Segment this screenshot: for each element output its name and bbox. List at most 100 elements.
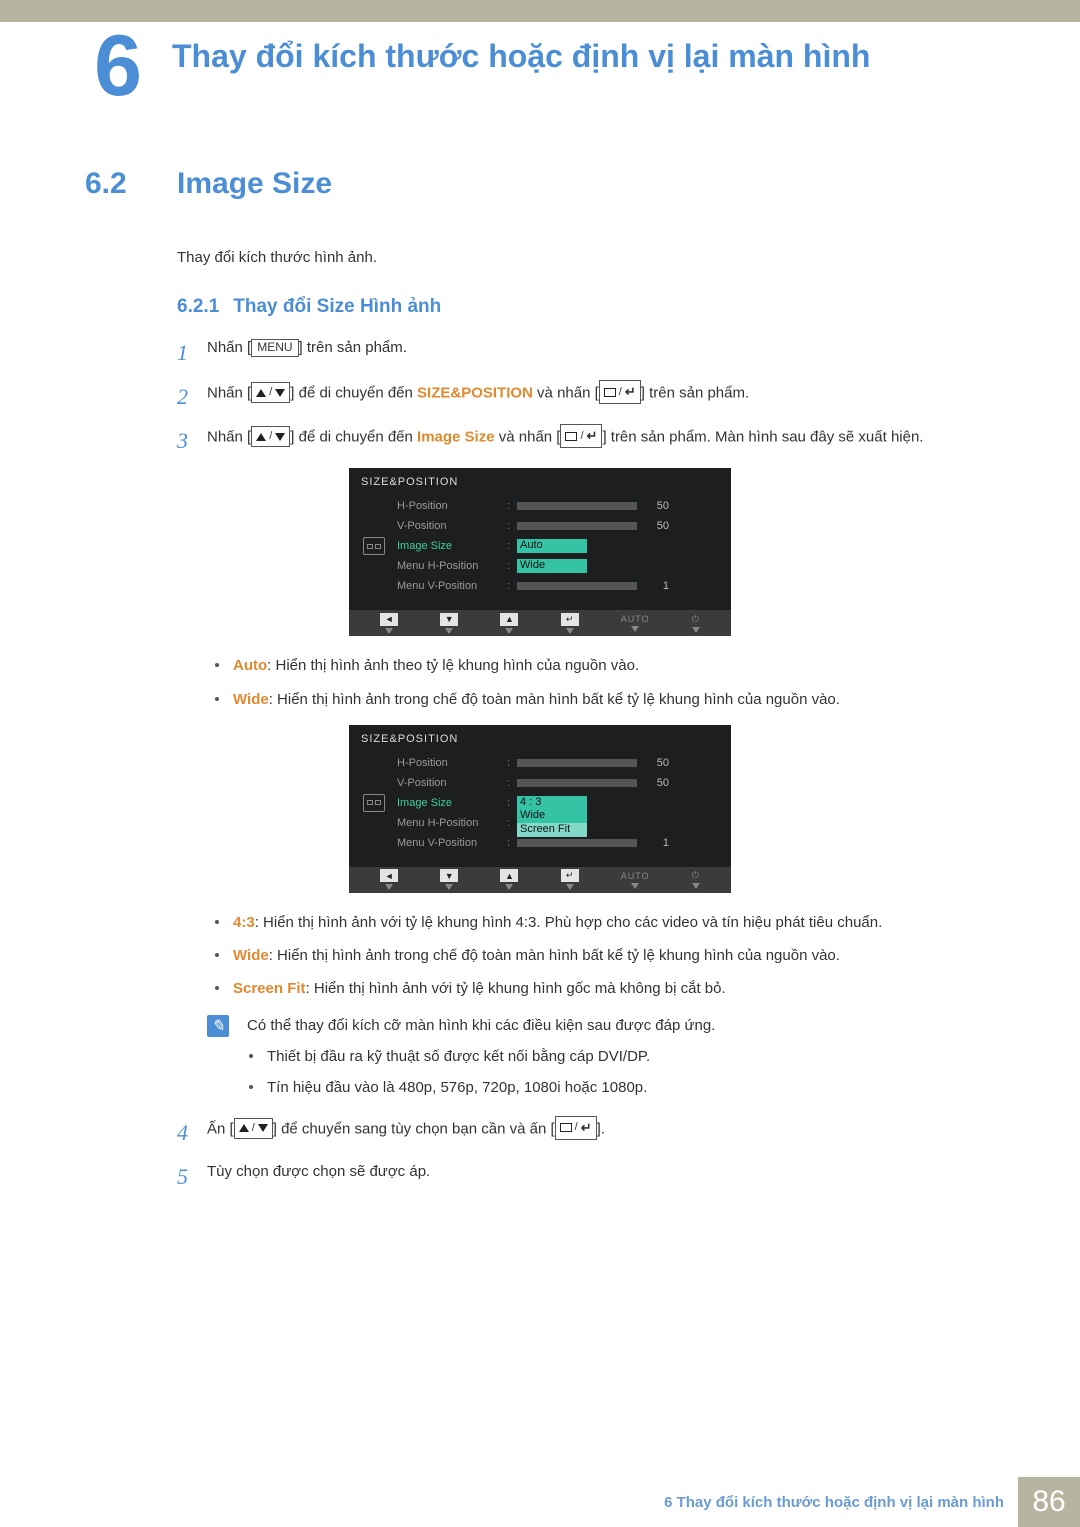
t: Nhấn [ <box>207 429 251 446</box>
osd-row-vposition: V-Position: 50 <box>397 773 719 793</box>
osd-nav-power-icon: ⏻ <box>692 614 700 633</box>
step-num: 1 <box>177 336 207 370</box>
menu-key-icon: MENU <box>251 339 298 357</box>
page-footer: 6 Thay đổi kích thước hoặc định vị lại m… <box>0 1477 1080 1527</box>
osd-panel: SIZE&POSITION H-Position: 50 V-Position:… <box>349 468 731 636</box>
section-number: 6.2 <box>85 167 177 201</box>
step-1: 1 Nhấn [MENU] trên sản phẩm. <box>177 336 995 370</box>
osd-option: Wide <box>517 559 587 573</box>
osd-row-imagesize: Image Size: Auto <box>397 536 719 556</box>
osd-label: Image Size <box>397 797 507 809</box>
osd-footer: ◄ ▼ ▲ ↵ AUTO ⏻ <box>349 610 731 636</box>
t: Nhấn [ <box>207 339 251 356</box>
desc: : Hiển thị hình ảnh với tỷ lệ khung hình… <box>255 914 883 931</box>
osd-row-menuv: Menu V-Position: 1 <box>397 576 719 596</box>
osd-nav-power-icon: ⏻ <box>692 870 700 889</box>
osd-nav-up-icon: ▲ <box>500 869 518 890</box>
chapter-number: 6 <box>78 17 158 107</box>
t: ] trên sản phẩm. <box>641 385 749 402</box>
up-down-key-icon: / <box>251 382 290 403</box>
note-text: Có thể thay đổi kích cỡ màn hình khi các… <box>247 1015 995 1038</box>
osd-nav-enter-icon: ↵ <box>561 613 579 634</box>
term: Auto <box>233 657 267 674</box>
osd-row-hposition: H-Position: 50 <box>397 496 719 516</box>
page-number: 86 <box>1018 1477 1080 1527</box>
step-num: 2 <box>177 380 207 414</box>
step-list-cont: 4 Ấn [/] để chuyển sang tùy chọn bạn cần… <box>85 1116 995 1194</box>
osd-nav-left-icon: ◄ <box>380 869 398 890</box>
osd-title: SIZE&POSITION <box>361 476 719 488</box>
step-text: Tùy chọn được chọn sẽ được áp. <box>207 1160 995 1183</box>
osd-label: Image Size <box>397 540 507 552</box>
chapter-title: Thay đổi kích thước hoặc định vị lại màn… <box>158 17 1080 75</box>
step-num: 5 <box>177 1160 207 1194</box>
t: Nhấn [ <box>207 385 251 402</box>
section-title: Image Size <box>177 167 332 200</box>
list-item: 4:3: Hiển thị hình ảnh với tỷ lệ khung h… <box>215 911 995 934</box>
chapter-header: 6 Thay đổi kích thước hoặc định vị lại m… <box>0 17 1080 107</box>
step-list: 1 Nhấn [MENU] trên sản phẩm. 2 Nhấn [/] … <box>85 336 995 458</box>
option-list-2: 4:3: Hiển thị hình ảnh với tỷ lệ khung h… <box>85 911 995 1001</box>
osd-nav-down-icon: ▼ <box>440 869 458 890</box>
step-text: Nhấn [MENU] trên sản phẩm. <box>207 336 995 359</box>
enter-key-icon: /↵ <box>560 424 602 448</box>
page-content: 6.2Image Size Thay đổi kích thước hình ả… <box>0 107 1080 1194</box>
osd-value: 1 <box>643 837 669 849</box>
osd-nav-up-icon: ▲ <box>500 613 518 634</box>
osd-label: Menu V-Position <box>397 837 507 849</box>
t: và nhấn [ <box>533 385 599 402</box>
osd-title: SIZE&POSITION <box>361 733 719 745</box>
t: ] trên sản phẩm. <box>299 339 407 356</box>
step-num: 4 <box>177 1116 207 1150</box>
osd-label: H-Position <box>397 757 507 769</box>
osd-value: 50 <box>643 757 669 769</box>
subsection-number: 6.2.1 <box>177 296 219 318</box>
osd-label: Menu H-Position <box>397 560 507 572</box>
osd-label: V-Position <box>397 520 507 532</box>
term: Wide <box>233 691 269 708</box>
option-list-1: Auto: Hiển thị hình ảnh theo tỷ lệ khung… <box>85 654 995 711</box>
step-4: 4 Ấn [/] để chuyển sang tùy chọn bạn cần… <box>177 1116 995 1150</box>
list-item: Screen Fit: Hiển thị hình ảnh với tỷ lệ … <box>215 977 995 1000</box>
list-item: Wide: Hiển thị hình ảnh trong chế độ toà… <box>215 688 995 711</box>
enter-key-icon: /↵ <box>599 380 641 404</box>
osd-label: Menu V-Position <box>397 580 507 592</box>
osd-label: Menu H-Position <box>397 817 507 829</box>
kw: SIZE&POSITION <box>417 385 533 402</box>
term: 4:3 <box>233 914 255 931</box>
osd-row-menuh: Menu H-Position: WideScreen Fit <box>397 813 719 833</box>
list-item: Tín hiệu đầu vào là 480p, 576p, 720p, 10… <box>249 1076 995 1099</box>
osd-value: 50 <box>643 777 669 789</box>
t: ] để di chuyển đến <box>290 429 417 446</box>
t: ] để chuyển sang tùy chọn bạn cần và ấn … <box>273 1120 555 1137</box>
step-num: 3 <box>177 424 207 458</box>
t: ]. <box>597 1120 605 1137</box>
desc: : Hiển thị hình ảnh trong chế độ toàn mà… <box>269 947 840 964</box>
osd-screenshot-1: SIZE&POSITION H-Position: 50 V-Position:… <box>85 468 995 636</box>
term: Wide <box>233 947 269 964</box>
list-item: Auto: Hiển thị hình ảnh theo tỷ lệ khung… <box>215 654 995 677</box>
osd-nav-auto: AUTO <box>621 871 650 889</box>
osd-option-selected: Auto <box>517 539 587 553</box>
step-text: Nhấn [/] để di chuyển đến SIZE&POSITION … <box>207 380 995 405</box>
step-text: Nhấn [/] để di chuyển đến Image Size và … <box>207 424 995 449</box>
desc: : Hiển thị hình ảnh theo tỷ lệ khung hìn… <box>267 657 639 674</box>
osd-value: 50 <box>643 520 669 532</box>
desc: : Hiển thị hình ảnh trong chế độ toàn mà… <box>269 691 840 708</box>
osd-category-icon <box>361 496 387 596</box>
subsection-heading: 6.2.1Thay đổi Size Hình ảnh <box>85 296 995 318</box>
osd-row-hposition: H-Position: 50 <box>397 753 719 773</box>
step-5: 5 Tùy chọn được chọn sẽ được áp. <box>177 1160 995 1194</box>
osd-screenshot-2: SIZE&POSITION H-Position: 50 V-Position:… <box>85 725 995 893</box>
list-item: Thiết bị đầu ra kỹ thuật số được kết nối… <box>249 1045 995 1068</box>
osd-option: Screen Fit <box>517 823 587 837</box>
section-heading: 6.2Image Size <box>85 167 995 201</box>
osd-row-vposition: V-Position: 50 <box>397 516 719 536</box>
osd-nav-enter-icon: ↵ <box>561 869 579 890</box>
note-conditions: Thiết bị đầu ra kỹ thuật số được kết nối… <box>85 1045 995 1100</box>
step-text: Ấn [/] để chuyển sang tùy chọn bạn cần v… <box>207 1116 995 1141</box>
osd-nav-down-icon: ▼ <box>440 613 458 634</box>
t: ] để di chuyển đến <box>290 385 417 402</box>
t: ] trên sản phẩm. Màn hình sau đây sẽ xuấ… <box>602 429 923 446</box>
osd-panel: SIZE&POSITION H-Position: 50 V-Position:… <box>349 725 731 893</box>
